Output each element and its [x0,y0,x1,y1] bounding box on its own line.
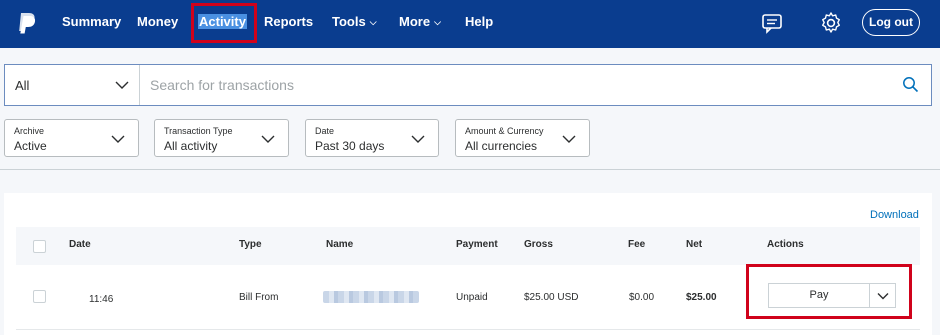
activity-highlight-box [191,3,257,43]
column-header-net: Net [686,239,703,250]
logout-button[interactable]: Log out [862,9,920,36]
filter-transaction-type[interactable]: Transaction Type All activity [154,119,289,157]
row-net: $25.00 [686,292,717,303]
top-navigation: Summary Money Activity Reports Tools ⌵ Mo… [0,0,940,48]
download-link[interactable]: Download [870,209,919,221]
row-name-redacted [323,291,419,303]
nav-tools[interactable]: Tools ⌵ [332,14,377,29]
filter-value: All activity [164,139,218,153]
row-gross: $25.00 USD [524,292,579,303]
chevron-down-icon: ⌵ [434,17,441,28]
section-divider [0,169,940,170]
filter-amount-currency[interactable]: Amount & Currency All currencies [455,119,590,157]
chevron-down-icon [411,135,425,143]
nav-more[interactable]: More ⌵ [399,14,441,29]
filter-label: Archive [14,126,45,136]
chevron-down-icon: ⌵ [369,17,377,28]
search-icon[interactable] [902,76,919,93]
filter-label: Transaction Type [164,126,233,136]
chevron-down-icon [111,135,125,143]
row-type: Bill From [239,292,279,303]
search-bar: All [4,64,932,106]
column-header-name: Name [326,239,354,250]
column-header-payment: Payment [456,239,498,250]
nav-money[interactable]: Money [137,14,178,29]
select-all-checkbox[interactable] [33,240,46,253]
chevron-down-icon [562,135,576,143]
filter-archive[interactable]: Archive Active [4,119,139,157]
filter-value: Active [14,139,47,153]
filter-label: Date [315,126,335,136]
filter-date[interactable]: Date Past 30 days [305,119,439,157]
column-header-gross: Gross [524,239,553,250]
search-input[interactable] [141,65,881,105]
column-header-fee: Fee [628,239,646,250]
filter-label: Amount & Currency [465,126,544,136]
row-checkbox[interactable] [33,290,46,303]
nav-summary[interactable]: Summary [62,14,121,29]
paypal-logo[interactable] [13,10,39,36]
chevron-down-icon [261,135,275,143]
row-payment-status: Unpaid [456,292,488,303]
search-type-select[interactable]: All [5,65,140,105]
nav-reports[interactable]: Reports [264,14,313,29]
column-header-date: Date [69,239,91,250]
settings-gear-icon[interactable] [818,10,844,36]
search-type-value: All [15,78,30,93]
column-header-type: Type [239,239,262,250]
table-header: Date Type Name Payment Gross Fee Net Act… [16,227,920,265]
messages-icon[interactable] [759,10,785,36]
filter-value: All currencies [465,139,538,153]
chevron-down-icon [115,81,129,89]
row-date: 11:46 [89,294,114,305]
nav-help[interactable]: Help [465,14,493,29]
activity-panel: Download Date Type Name Payment Gross Fe… [4,193,932,335]
row-fee: $0.00 [629,292,655,303]
column-header-actions: Actions [767,239,804,250]
pay-highlight-box [746,264,912,319]
filter-value: Past 30 days [315,139,385,153]
